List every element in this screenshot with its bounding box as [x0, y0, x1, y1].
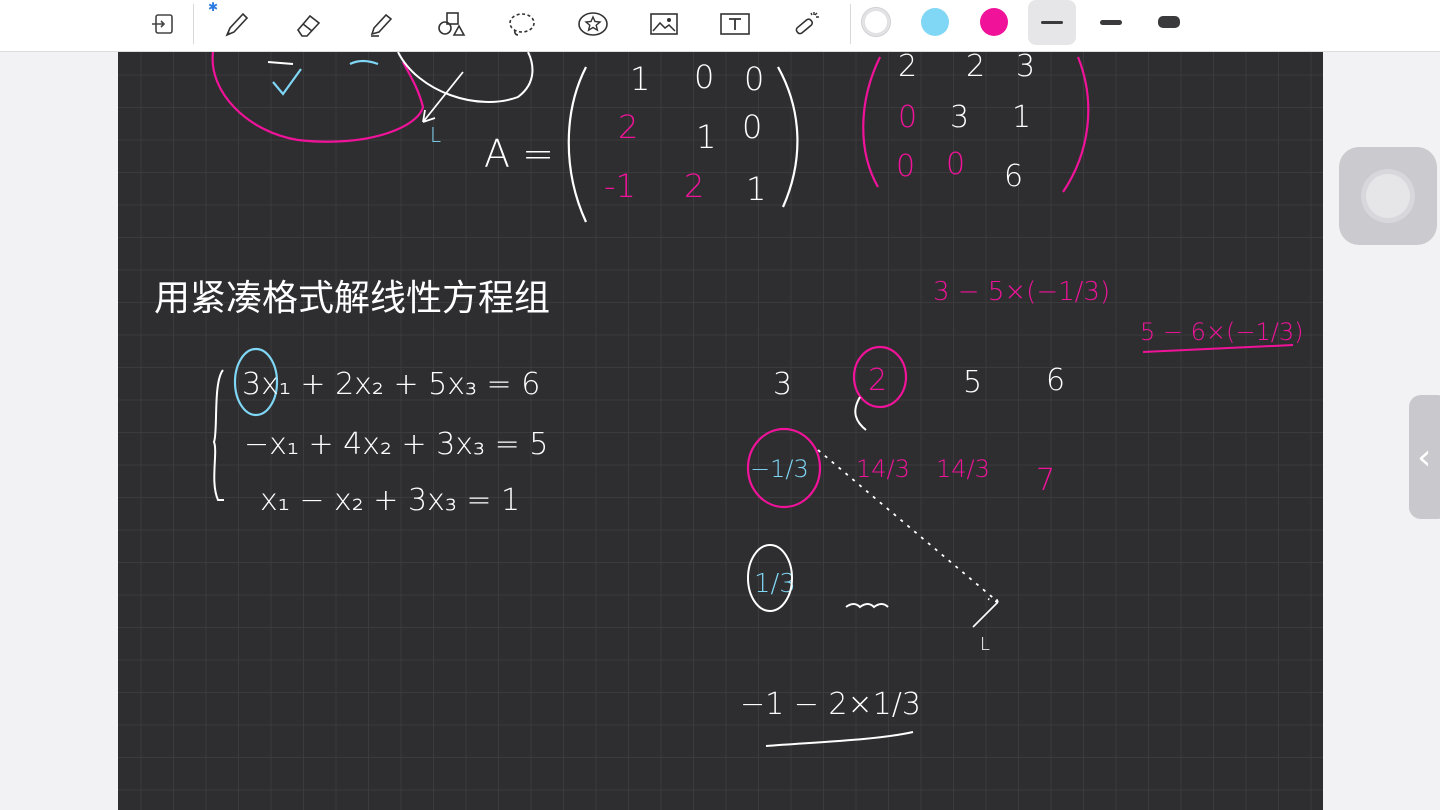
matrix-u-cell: 0	[946, 147, 965, 182]
highlighter-icon[interactable]	[360, 6, 400, 42]
equation-line: x₁ − x₂ + 3x₃ = 1	[260, 483, 520, 518]
table-cell: 5	[963, 365, 982, 400]
equation-line: 3x₁ + 2x₂ + 5x₃ = 6	[242, 367, 540, 402]
matrix-u: 2 2 3 0 3 1 0 0 6	[896, 52, 1035, 194]
color-swatch-cyan[interactable]	[921, 8, 949, 36]
stroke-thick-button[interactable]	[1145, 0, 1193, 44]
matrix-l-cell: 1	[746, 170, 766, 208]
equation-line: −x₁ + 4x₂ + 3x₃ = 5	[244, 427, 548, 462]
table-cell: −1/3	[750, 455, 809, 483]
color-swatch-white[interactable]	[862, 8, 890, 36]
l-label-top: L	[430, 123, 441, 147]
annotation-2: 5 − 6×(−1/3)	[1140, 318, 1303, 346]
floating-button-knob	[1366, 174, 1410, 218]
stroke-medium-button[interactable]	[1087, 0, 1135, 44]
eraser-icon[interactable]	[288, 6, 328, 42]
matrix-u-cell: 3	[1016, 52, 1035, 84]
shapes-icon[interactable]	[431, 6, 471, 42]
equation-system: 3x₁ + 2x₂ + 5x₃ = 6 −x₁ + 4x₂ + 3x₃ = 5 …	[242, 367, 548, 518]
toolbar-divider	[850, 4, 851, 44]
matrix-u-cell: 2	[966, 52, 985, 84]
bottom-expression: −1 − 2×1/3	[740, 687, 921, 722]
table-cell: 3	[773, 367, 792, 402]
text-tool-icon[interactable]	[715, 6, 755, 42]
table-cell: 14/3	[856, 455, 910, 483]
floating-assistive-button[interactable]	[1339, 147, 1437, 245]
color-swatch-magenta[interactable]	[980, 8, 1008, 36]
table-cell: 6	[1046, 363, 1065, 398]
matrix-label: A =	[484, 132, 554, 176]
l-label-bottom: L	[980, 634, 990, 655]
matrix-u-cell: 2	[898, 52, 917, 84]
matrix-l-cell: 0	[694, 58, 714, 96]
matrix-l-cell: -1	[604, 167, 636, 205]
side-panel-handle[interactable]: ‹	[1409, 395, 1440, 519]
notes-heading: 用紧凑格式解线性方程组	[154, 278, 550, 319]
matrix-u-cell: 0	[898, 100, 917, 135]
sticker-icon[interactable]	[573, 6, 613, 42]
matrix-l-cell: 2	[618, 108, 638, 146]
note-canvas[interactable]: L A = 1 0 0 2 1 0 -1 2 1 2 2 3 0 3 1 0 0…	[118, 52, 1323, 810]
matrix-l-cell: 1	[696, 118, 716, 156]
drawing-toolbar: ✱	[0, 0, 1440, 52]
lasso-page-icon[interactable]	[144, 6, 184, 42]
pen-icon[interactable]	[216, 6, 256, 42]
image-icon[interactable]	[644, 6, 684, 42]
toolbar-divider	[193, 4, 194, 44]
matrix-u-cell: 6	[1004, 159, 1023, 194]
table-cell: 7	[1036, 463, 1055, 498]
table-cell: 2	[868, 363, 887, 398]
matrix-u-cell: 0	[896, 149, 915, 184]
handwriting-layer: L A = 1 0 0 2 1 0 -1 2 1 2 2 3 0 3 1 0 0…	[154, 52, 1303, 747]
lasso-icon[interactable]	[502, 6, 542, 42]
matrix-u-cell: 3	[950, 100, 969, 135]
matrix-l-cell: 2	[684, 167, 704, 205]
annotation-1: 3 − 5×(−1/3)	[933, 277, 1110, 307]
stroke-thin-button[interactable]	[1028, 0, 1076, 45]
table-cell: 14/3	[936, 455, 990, 483]
matrix-l-cell: 0	[744, 60, 764, 98]
laser-pointer-icon[interactable]	[786, 6, 826, 42]
compact-table: 3 2 5 6 −1/3 14/3 14/3 7 1/3	[750, 363, 1065, 599]
matrix-u-cell: 1	[1012, 100, 1031, 135]
chevron-left-icon: ‹	[1417, 436, 1432, 478]
matrix-l-cell: 1	[630, 60, 650, 98]
matrix-l-cell: 0	[742, 108, 762, 146]
matrix-l: 1 0 0 2 1 0 -1 2 1	[604, 58, 766, 208]
